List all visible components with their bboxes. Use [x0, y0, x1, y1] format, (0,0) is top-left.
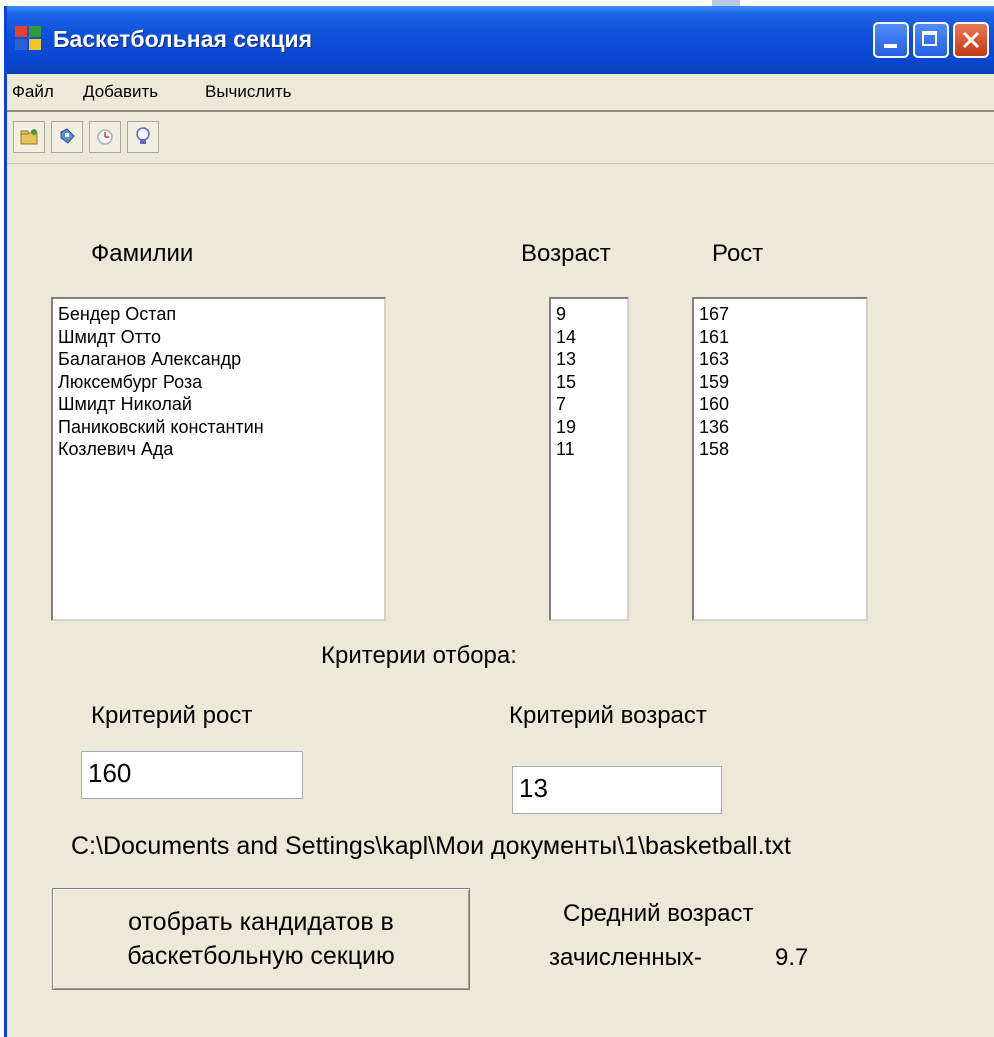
toolbar [7, 113, 994, 164]
list-item[interactable]: 163 [699, 348, 866, 371]
window-title: Баскетбольная секция [53, 26, 313, 52]
heights-listbox[interactable]: 167 161 163 159 160 136 158 [692, 297, 868, 621]
ages-listbox[interactable]: 9 14 13 15 7 19 11 [549, 297, 629, 621]
close-button[interactable] [953, 22, 989, 58]
list-item[interactable]: 158 [699, 438, 866, 461]
toolbar-hint-button[interactable] [127, 121, 159, 153]
minimize-icon [884, 44, 897, 48]
select-candidates-button-line2: баскетбольную секцию [127, 942, 395, 970]
list-item[interactable]: 19 [556, 416, 627, 439]
open-folder-icon [20, 129, 38, 145]
file-path-label: C:\Documents and Settings\kapl\Мои докум… [71, 832, 791, 860]
list-item[interactable]: 159 [699, 371, 866, 394]
list-item[interactable]: Шмидт Николай [58, 393, 384, 416]
list-item[interactable]: Люксембург Роза [58, 371, 384, 394]
minimize-button[interactable] [873, 22, 909, 58]
list-item[interactable]: 7 [556, 393, 627, 416]
save-disk-icon [60, 128, 75, 144]
app-window: Баскетбольная секция Файл Добавить Вычис… [4, 6, 994, 1037]
list-item[interactable]: 9 [556, 303, 627, 326]
toolbar-save-button[interactable] [51, 121, 83, 153]
list-item[interactable]: 136 [699, 416, 866, 439]
list-item[interactable]: Паниковский константин [58, 416, 384, 439]
close-icon [962, 31, 980, 49]
height-criterion-field[interactable]: 160 [81, 751, 303, 799]
menu-file[interactable]: Файл [12, 82, 54, 102]
menu-bar: Файл Добавить Вычислить [7, 74, 994, 112]
title-bar[interactable]: Баскетбольная секция [7, 6, 994, 74]
age-criterion-label: Критерий возраст [509, 702, 707, 729]
menu-add[interactable]: Добавить [83, 82, 158, 102]
criteria-title: Критерии отбора: [321, 642, 517, 669]
menu-calculate[interactable]: Вычислить [205, 82, 291, 102]
select-candidates-button-line1: отобрать кандидатов в [128, 908, 394, 936]
list-item[interactable]: 161 [699, 326, 866, 349]
average-age-value: 9.7 [775, 944, 809, 971]
average-age-label-line2: зачисленных- [549, 944, 702, 971]
list-item[interactable]: 13 [556, 348, 627, 371]
age-criterion-field[interactable]: 13 [512, 766, 722, 814]
list-item[interactable]: 11 [556, 438, 627, 461]
surnames-header: Фамилии [91, 240, 194, 267]
list-item[interactable]: 160 [699, 393, 866, 416]
lightbulb-icon [136, 127, 150, 144]
average-age-label-line1: Средний возраст [563, 900, 754, 927]
list-item[interactable]: 14 [556, 326, 627, 349]
age-header: Возраст [521, 240, 611, 267]
toolbar-timer-button[interactable] [89, 121, 121, 153]
height-header: Рост [712, 240, 764, 267]
clock-icon [97, 129, 113, 145]
list-item[interactable]: 167 [699, 303, 866, 326]
toolbar-open-button[interactable] [13, 121, 45, 153]
maximize-button[interactable] [913, 22, 949, 58]
maximize-icon [922, 31, 937, 46]
list-item[interactable]: Шмидт Отто [58, 326, 384, 349]
list-item[interactable]: Бендер Остап [58, 303, 384, 326]
surnames-listbox[interactable]: Бендер Остап Шмидт Отто Балаганов Алекса… [51, 297, 386, 621]
list-item[interactable]: 15 [556, 371, 627, 394]
list-item[interactable]: Балаганов Александр [58, 348, 384, 371]
app-window-icon [15, 26, 43, 52]
select-candidates-button[interactable]: отобрать кандидатов в баскетбольную секц… [52, 888, 470, 990]
height-criterion-label: Критерий рост [91, 702, 253, 729]
list-item[interactable]: Козлевич Ада [58, 438, 384, 461]
